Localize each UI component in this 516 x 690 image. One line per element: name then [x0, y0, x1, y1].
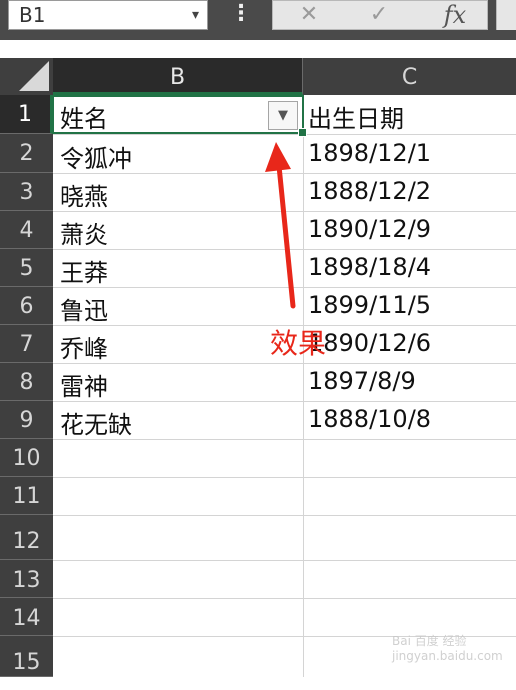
- cell-c5[interactable]: 1898/18/4: [308, 253, 431, 281]
- select-all-button[interactable]: [0, 58, 53, 95]
- grid-row-line: [53, 363, 516, 364]
- cell-c6[interactable]: 1899/11/5: [308, 291, 431, 319]
- row-header-1[interactable]: 1: [0, 95, 53, 134]
- row-header-8[interactable]: 8: [0, 363, 53, 401]
- cell-c2[interactable]: 1898/12/1: [308, 139, 431, 167]
- active-cell-border: [52, 95, 304, 134]
- select-all-triangle-icon: [19, 61, 49, 91]
- column-header-b[interactable]: B: [53, 58, 303, 95]
- formula-buttons: ✕ ✓ fx: [272, 0, 488, 30]
- filter-dropdown-icon[interactable]: ▼: [268, 101, 298, 130]
- cell-b5[interactable]: 王莽: [60, 253, 108, 288]
- cell-b7[interactable]: 乔峰: [60, 329, 108, 364]
- formula-input-edge[interactable]: [496, 0, 516, 30]
- cell-c3[interactable]: 1888/12/2: [308, 177, 431, 205]
- row-header-13[interactable]: 13: [0, 560, 53, 598]
- more-options-icon[interactable]: ⋮: [230, 2, 252, 28]
- cell-c9[interactable]: 1888/10/8: [308, 405, 431, 433]
- row-header-7[interactable]: 7: [0, 325, 53, 363]
- row-header-11[interactable]: 11: [0, 477, 53, 515]
- cell-b6[interactable]: 鲁迅: [60, 291, 108, 326]
- row-header-14[interactable]: 14: [0, 598, 53, 636]
- cell-b8[interactable]: 雷神: [60, 367, 108, 402]
- row-header-2[interactable]: 2: [0, 134, 53, 173]
- cell-c7[interactable]: 1890/12/6: [308, 329, 431, 357]
- grid-row-line: [53, 560, 516, 561]
- chevron-down-icon[interactable]: ▾: [192, 1, 199, 29]
- cell-b3[interactable]: 晓燕: [60, 177, 108, 212]
- insert-function-icon[interactable]: fx: [433, 1, 477, 29]
- formula-bar: B1 ▾ ⋮ ✕ ✓ fx: [0, 0, 516, 40]
- row-header-15[interactable]: 15: [0, 636, 53, 677]
- watermark: Bai 百度 经验 jingyan.baidu.com: [392, 634, 503, 663]
- annotation-arrow-icon: [265, 142, 296, 309]
- cell-b9[interactable]: 花无缺: [60, 405, 132, 440]
- cell-c8[interactable]: 1897/8/9: [308, 367, 416, 395]
- annotation-label: 效果: [270, 327, 327, 360]
- grid-row-line: [53, 598, 516, 599]
- cell-c4[interactable]: 1890/12/9: [308, 215, 431, 243]
- fill-handle[interactable]: [298, 128, 307, 137]
- row-header-10[interactable]: 10: [0, 439, 53, 477]
- cancel-icon[interactable]: ✕: [289, 1, 329, 29]
- column-header-c[interactable]: C: [303, 58, 516, 95]
- grid-row-line: [53, 477, 516, 478]
- cell-b4[interactable]: 萧炎: [60, 215, 108, 250]
- grid-row-line: [53, 515, 516, 516]
- name-box-value: B1: [19, 3, 46, 27]
- row-header-5[interactable]: 5: [0, 249, 53, 287]
- row-header-4[interactable]: 4: [0, 211, 53, 249]
- grid-row-line: [53, 401, 516, 402]
- row-header-9[interactable]: 9: [0, 401, 53, 439]
- grid-row-line: [53, 134, 516, 135]
- cell-b2[interactable]: 令狐冲: [60, 139, 132, 174]
- row-header-3[interactable]: 3: [0, 173, 53, 211]
- name-box[interactable]: B1 ▾: [8, 0, 208, 30]
- row-header-6[interactable]: 6: [0, 287, 53, 325]
- check-icon[interactable]: ✓: [359, 1, 399, 29]
- row-header-12[interactable]: 12: [0, 515, 53, 560]
- cell-c1[interactable]: 出生日期: [308, 99, 404, 134]
